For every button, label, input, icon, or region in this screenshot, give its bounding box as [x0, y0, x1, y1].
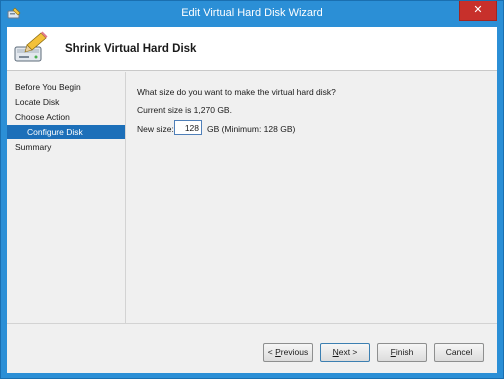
wizard-body: Shrink Virtual Hard Disk Before You Begi… [7, 27, 497, 373]
wizard-steps: Before You Begin Locate Disk Choose Acti… [7, 72, 125, 323]
new-size-unit: GB (Minimum: 128 GB) [207, 124, 296, 134]
previous-button[interactable]: < Previous [263, 343, 313, 362]
previous-rest: revious [280, 347, 309, 357]
finish-rest: inish [395, 347, 414, 357]
footer-divider [7, 323, 497, 324]
close-button[interactable]: ✕ [459, 1, 497, 21]
next-button[interactable]: Next > [320, 343, 370, 362]
step-locate-disk[interactable]: Locate Disk [7, 95, 125, 109]
window-title: Edit Virtual Hard Disk Wizard [181, 7, 323, 19]
disk-pencil-icon [14, 31, 48, 62]
steps-divider [125, 72, 126, 323]
finish-button[interactable]: Finish [377, 343, 427, 362]
step-before-you-begin[interactable]: Before You Begin [7, 80, 125, 94]
cancel-button[interactable]: Cancel [434, 343, 484, 362]
wizard-header: Shrink Virtual Hard Disk [7, 27, 497, 71]
title-bar[interactable]: Edit Virtual Hard Disk Wizard ✕ [1, 1, 503, 27]
current-size-text: Current size is 1,270 GB. [137, 105, 232, 115]
size-question: What size do you want to make the virtua… [137, 87, 336, 97]
page-title: Shrink Virtual Hard Disk [65, 43, 197, 55]
wizard-window: Edit Virtual Hard Disk Wizard ✕ Shrink V… [0, 0, 504, 379]
close-icon: ✕ [473, 4, 483, 16]
step-summary[interactable]: Summary [7, 140, 125, 154]
next-rest: ext > [338, 347, 358, 357]
configure-disk-panel: What size do you want to make the virtua… [137, 72, 487, 323]
new-size-label: New size: [137, 124, 174, 134]
step-choose-action[interactable]: Choose Action [7, 110, 125, 124]
step-configure-disk[interactable]: Configure Disk [7, 125, 125, 139]
new-size-input[interactable] [174, 120, 202, 135]
